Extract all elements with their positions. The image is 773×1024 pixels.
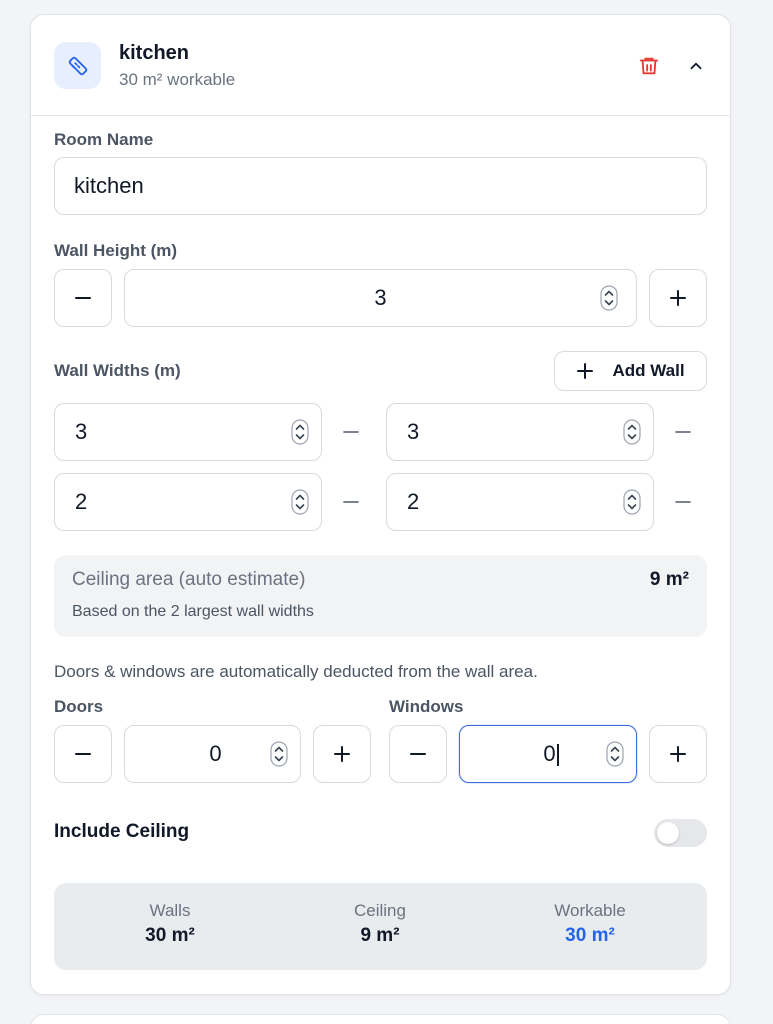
wall-width-input[interactable]: 2	[386, 473, 654, 531]
text-caret	[556, 744, 559, 767]
doors-input[interactable]: 0	[124, 725, 301, 783]
spinner-icon[interactable]	[600, 285, 618, 311]
room-card: kitchen 30 m² workable Room Name kitchen…	[30, 14, 731, 995]
wall-width-value: 2	[407, 489, 420, 514]
doors-increment-button[interactable]	[313, 725, 371, 783]
area-summary: Walls 30 m² Ceiling 9 m² Workable 30 m²	[54, 883, 707, 970]
wall-height-input[interactable]: 3	[124, 269, 637, 327]
ceiling-estimate-panel: Ceiling area (auto estimate) 9 m² Based …	[54, 555, 707, 637]
doors-value: 0	[209, 741, 222, 766]
trash-icon[interactable]	[636, 53, 662, 79]
chevron-up-icon[interactable]	[683, 53, 709, 79]
summary-walls-value: 30 m²	[145, 925, 195, 946]
room-name-value: kitchen	[74, 173, 144, 198]
summary-walls: Walls 30 m²	[90, 901, 250, 947]
wall-width-input[interactable]: 3	[54, 403, 322, 461]
room-card-header[interactable]: kitchen 30 m² workable	[31, 15, 730, 116]
windows-value: 0	[543, 741, 556, 766]
remove-wall-button[interactable]	[341, 422, 361, 442]
spinner-icon[interactable]	[270, 741, 288, 767]
summary-workable-label: Workable	[554, 901, 626, 920]
windows-input[interactable]: 0	[459, 725, 637, 783]
summary-ceiling: Ceiling 9 m²	[300, 901, 460, 947]
wall-height-value: 3	[374, 285, 387, 310]
toggle-knob	[657, 822, 679, 844]
summary-workable: Workable 30 m²	[510, 901, 670, 947]
plus-icon	[577, 363, 594, 379]
remove-wall-button[interactable]	[673, 492, 693, 512]
doors-decrement-button[interactable]	[54, 725, 112, 783]
spinner-icon[interactable]	[623, 419, 641, 445]
room-subtitle: 30 m² workable	[119, 70, 236, 89]
wall-width-value: 3	[75, 419, 88, 444]
wall-widths-label: Wall Widths (m)	[54, 361, 181, 380]
windows-decrement-button[interactable]	[389, 725, 447, 783]
add-wall-button[interactable]: Add Wall	[554, 351, 707, 391]
openings-note: Doors & windows are automatically deduct…	[54, 662, 538, 681]
ceiling-estimate-note: Based on the 2 largest wall widths	[72, 603, 314, 620]
room-name-input[interactable]: kitchen	[54, 157, 707, 215]
wall-height-decrement-button[interactable]	[54, 269, 112, 327]
add-wall-label: Add Wall	[612, 361, 685, 380]
spinner-icon[interactable]	[291, 489, 309, 515]
wall-width-value: 2	[75, 489, 88, 514]
summary-walls-label: Walls	[149, 901, 191, 920]
spinner-icon[interactable]	[291, 419, 309, 445]
summary-workable-value: 30 m²	[565, 925, 615, 946]
remove-wall-button[interactable]	[673, 422, 693, 442]
remove-wall-button[interactable]	[341, 492, 361, 512]
summary-ceiling-value: 9 m²	[360, 925, 400, 946]
include-ceiling-toggle[interactable]	[654, 819, 707, 847]
wall-width-input[interactable]: 2	[54, 473, 322, 531]
room-title: kitchen	[119, 42, 190, 64]
ceiling-estimate-value: 9 m²	[649, 569, 689, 590]
spinner-icon[interactable]	[606, 741, 624, 767]
summary-ceiling-label: Ceiling	[354, 901, 406, 920]
spinner-icon[interactable]	[623, 489, 641, 515]
ceiling-estimate-title: Ceiling area (auto estimate)	[72, 569, 306, 590]
room-name-label: Room Name	[54, 130, 154, 149]
doors-label: Doors	[54, 697, 104, 716]
wall-width-value: 3	[407, 419, 420, 444]
include-ceiling-label: Include Ceiling	[54, 821, 190, 842]
wall-height-increment-button[interactable]	[649, 269, 707, 327]
next-room-card[interactable]	[30, 1014, 731, 1024]
windows-label: Windows	[389, 697, 464, 716]
windows-increment-button[interactable]	[649, 725, 707, 783]
ruler-icon	[54, 42, 101, 89]
wall-width-input[interactable]: 3	[386, 403, 654, 461]
wall-height-label: Wall Height (m)	[54, 241, 178, 260]
